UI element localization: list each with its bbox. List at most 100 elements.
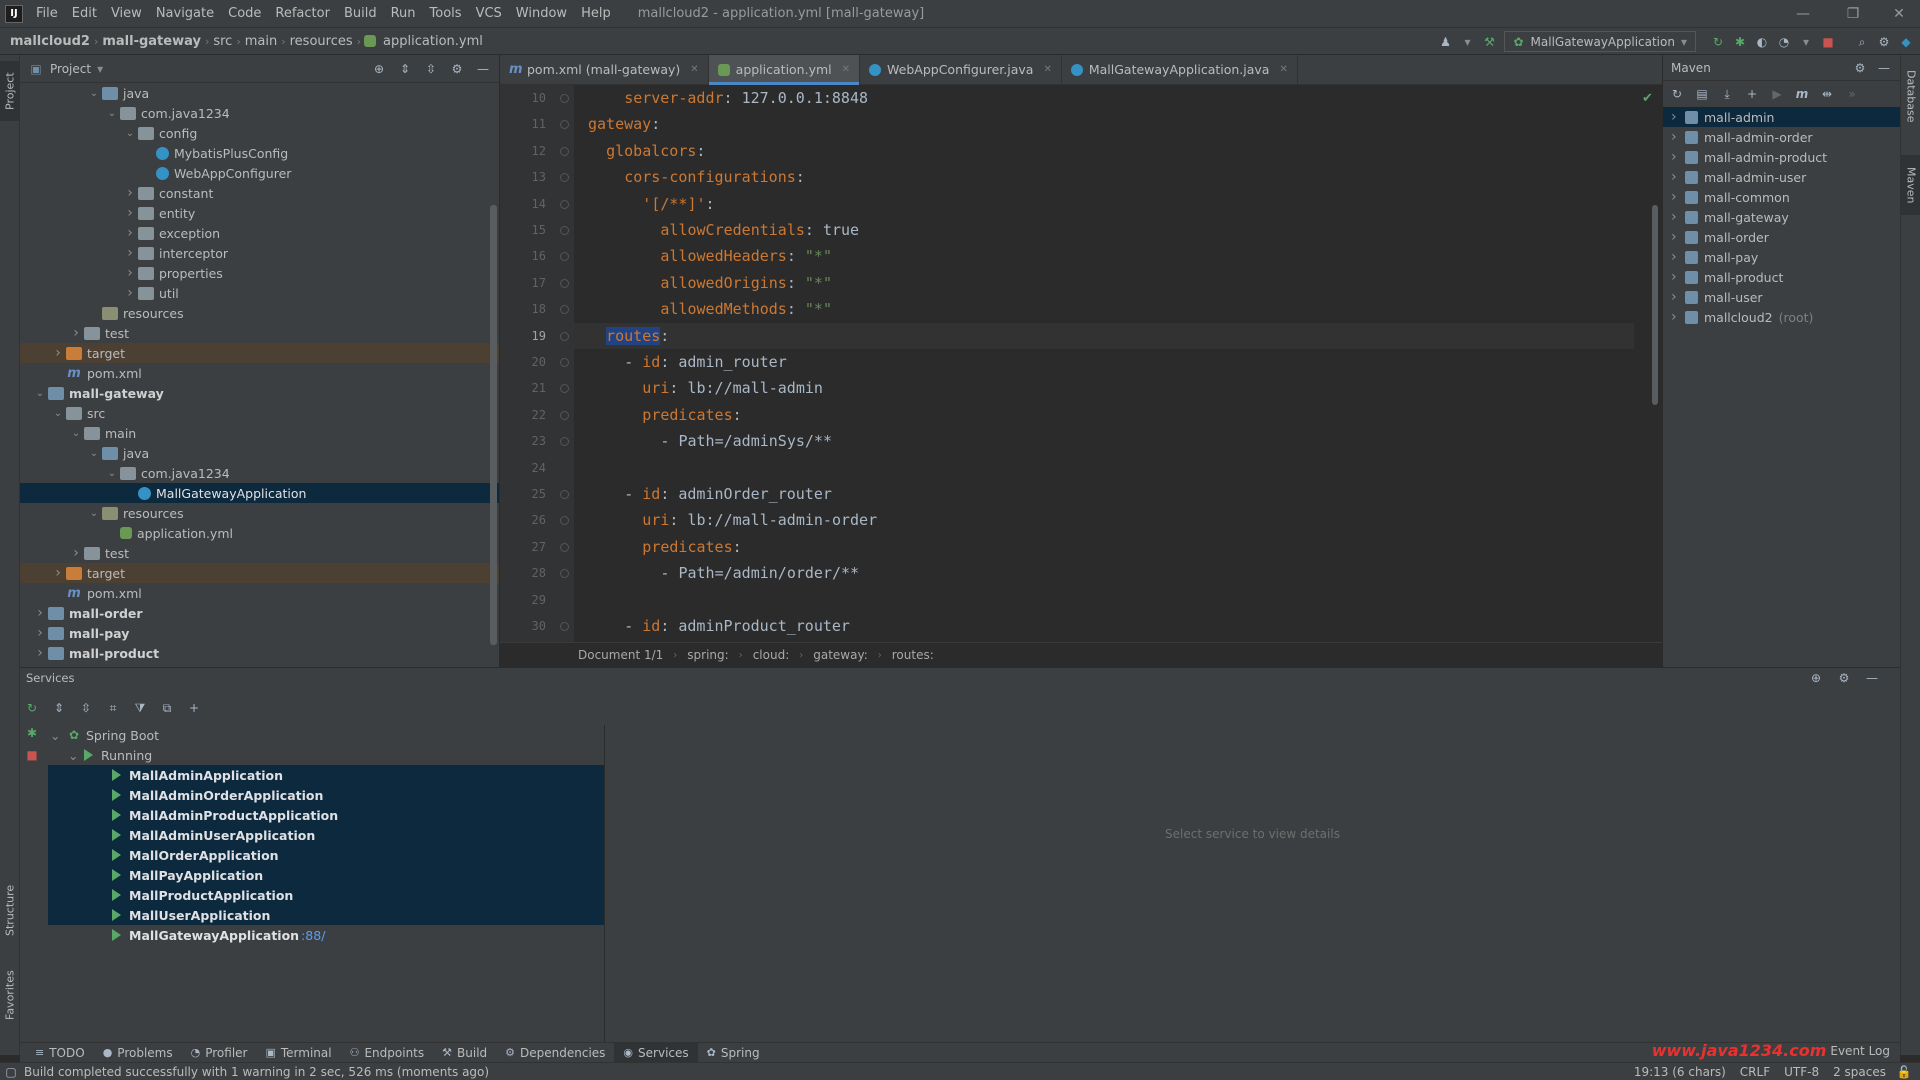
chevron-right-icon[interactable]: › <box>68 325 84 341</box>
chevron-right-icon[interactable]: › <box>122 225 138 241</box>
add-service-icon[interactable]: ⊕ <box>1808 670 1824 686</box>
stop-icon[interactable]: ■ <box>1820 34 1836 50</box>
chevron-down-icon[interactable]: ▾ <box>1798 34 1814 50</box>
minimize-icon[interactable]: — <box>1786 0 1820 28</box>
toolbox-icon[interactable]: ◆ <box>1898 34 1914 50</box>
chevron-down-icon[interactable]: ⌄ <box>32 388 48 399</box>
fold-marker-icon[interactable] <box>560 569 569 579</box>
expand-all-icon[interactable]: ⇕ <box>51 700 67 716</box>
running-group[interactable]: ⌄ Running <box>20 745 604 765</box>
chevron-right-icon[interactable]: › <box>1671 149 1685 165</box>
breadcrumb-item[interactable]: application.yml <box>379 34 487 49</box>
editor-tab[interactable]: WebAppConfigurer.java ✕ <box>860 54 1062 85</box>
breadcrumb-item[interactable]: src <box>209 34 236 49</box>
user-icon[interactable]: ♟ <box>1438 34 1454 50</box>
editor-scrollbar[interactable] <box>1652 205 1658 405</box>
service-item[interactable]: MallAdminOrderApplication <box>48 785 604 805</box>
fold-marker-icon[interactable] <box>560 358 569 367</box>
tool-tab-todo[interactable]: ≡ TODO <box>26 1043 94 1063</box>
chevron-right-icon[interactable]: › <box>68 545 84 561</box>
code-line[interactable]: allowedHeaders: "*" <box>574 243 1634 269</box>
line-separator[interactable]: CRLF <box>1740 1065 1770 1079</box>
service-item[interactable]: MallAdminApplication <box>48 765 604 785</box>
maven-project-item[interactable]: › mall-gateway <box>1663 207 1900 227</box>
chevron-right-icon[interactable]: › <box>1671 169 1685 185</box>
code-line[interactable]: allowedOrigins: "*" <box>574 270 1634 296</box>
generate-sources-icon[interactable]: ▤ <box>1694 86 1710 102</box>
code-line[interactable] <box>574 587 1634 613</box>
reload-icon[interactable]: ↻ <box>1669 86 1685 102</box>
editor-tab[interactable]: m pom.xml (mall-gateway) ✕ <box>500 54 709 85</box>
close-tab-icon[interactable]: ✕ <box>1043 64 1051 75</box>
chevron-right-icon[interactable]: › <box>32 625 48 641</box>
menu-help[interactable]: Help <box>574 6 618 21</box>
tree-item[interactable]: ⌄ java <box>20 83 499 103</box>
service-item[interactable]: MallPayApplication <box>48 865 604 885</box>
fold-marker-icon[interactable] <box>560 516 569 526</box>
hide-icon[interactable]: — <box>1876 60 1892 76</box>
fold-marker-icon[interactable] <box>560 410 569 420</box>
chevron-down-icon[interactable]: ⌄ <box>68 428 84 439</box>
tree-item[interactable]: ⌄ src <box>20 403 499 423</box>
add-icon[interactable]: + <box>1744 86 1760 102</box>
project-tool-tab[interactable]: Project <box>0 61 20 121</box>
editor-tab[interactable]: MallGatewayApplication.java ✕ <box>1062 54 1298 85</box>
download-icon[interactable]: ⤓ <box>1719 86 1735 102</box>
service-item[interactable]: MallProductApplication <box>48 885 604 905</box>
chevron-down-icon[interactable]: ⌄ <box>68 748 84 763</box>
collapse-all-icon[interactable]: ⇳ <box>423 61 439 77</box>
menu-navigate[interactable]: Navigate <box>149 6 221 21</box>
fold-marker-icon[interactable] <box>560 120 569 130</box>
service-item[interactable]: MallOrderApplication <box>48 845 604 865</box>
toggle-offline-icon[interactable]: ⇹ <box>1819 86 1835 102</box>
chevron-down-icon[interactable]: ▾ <box>1460 34 1476 50</box>
fold-marker-icon[interactable] <box>560 542 569 552</box>
code-line[interactable]: - id: admin_router <box>574 349 1634 375</box>
chevron-right-icon[interactable]: › <box>1671 129 1685 145</box>
tree-item[interactable]: › test <box>20 323 499 343</box>
run-icon[interactable]: ▶ <box>1769 86 1785 102</box>
chevron-right-icon[interactable]: › <box>122 185 138 201</box>
tool-tab-endpoints[interactable]: ⚇ Endpoints <box>341 1043 434 1063</box>
maven-project-item[interactable]: › mallcloud2 (root) <box>1663 307 1900 327</box>
editor-breadcrumb-item[interactable]: gateway: <box>813 648 868 662</box>
tree-item[interactable]: › mall-product <box>20 643 499 663</box>
fold-marker-icon[interactable] <box>560 437 569 447</box>
run-configuration-select[interactable]: ✿ MallGatewayApplication ▾ <box>1503 31 1696 52</box>
collapse-all-icon[interactable]: ⇳ <box>78 700 94 716</box>
fold-marker-icon[interactable] <box>560 305 569 315</box>
gear-icon[interactable]: ⚙ <box>1876 34 1892 50</box>
tool-tab-dependencies[interactable]: ⚙ Dependencies <box>496 1043 614 1063</box>
project-panel-title[interactable]: Project <box>50 62 91 76</box>
chevron-right-icon[interactable]: › <box>50 565 66 581</box>
tool-tab-problems[interactable]: ● Problems <box>94 1043 182 1063</box>
chevron-down-icon[interactable]: ⌄ <box>104 108 120 119</box>
service-port-link[interactable]: :88/ <box>301 928 325 943</box>
menu-code[interactable]: Code <box>221 6 268 21</box>
gear-icon[interactable]: ⚙ <box>1836 670 1852 686</box>
service-item[interactable]: MallAdminProductApplication <box>48 805 604 825</box>
maven-project-item[interactable]: › mall-product <box>1663 267 1900 287</box>
editor-breadcrumb-item[interactable]: Document 1/1 <box>578 648 663 662</box>
chevron-right-icon[interactable]: › <box>1671 209 1685 225</box>
tool-tab-terminal[interactable]: ▣ Terminal <box>256 1043 340 1063</box>
tree-item[interactable]: MallGatewayApplication <box>20 483 499 503</box>
chevron-down-icon[interactable]: ⌄ <box>50 408 66 419</box>
fold-marker-icon[interactable] <box>560 226 569 235</box>
chevron-down-icon[interactable]: ⌄ <box>86 508 102 519</box>
breadcrumb-item[interactable]: resources <box>286 34 357 49</box>
close-icon[interactable]: ✕ <box>1882 0 1916 28</box>
fold-marker-icon[interactable] <box>560 384 569 394</box>
chevron-right-icon[interactable]: › <box>1671 229 1685 245</box>
editor-breadcrumb-item[interactable]: spring: <box>687 648 728 662</box>
menu-file[interactable]: File <box>29 6 65 21</box>
maven-project-item[interactable]: › mall-admin-product <box>1663 147 1900 167</box>
hide-icon[interactable]: — <box>475 61 491 77</box>
menu-edit[interactable]: Edit <box>65 6 104 21</box>
tree-item[interactable]: ⌄ com.java1234 <box>20 463 499 483</box>
code-line[interactable]: gateway: <box>574 111 1634 137</box>
chevron-right-icon[interactable]: › <box>1671 309 1685 325</box>
menu-run[interactable]: Run <box>384 6 423 21</box>
rerun-icon[interactable]: ↻ <box>1710 34 1726 50</box>
close-tab-icon[interactable]: ✕ <box>842 64 850 75</box>
